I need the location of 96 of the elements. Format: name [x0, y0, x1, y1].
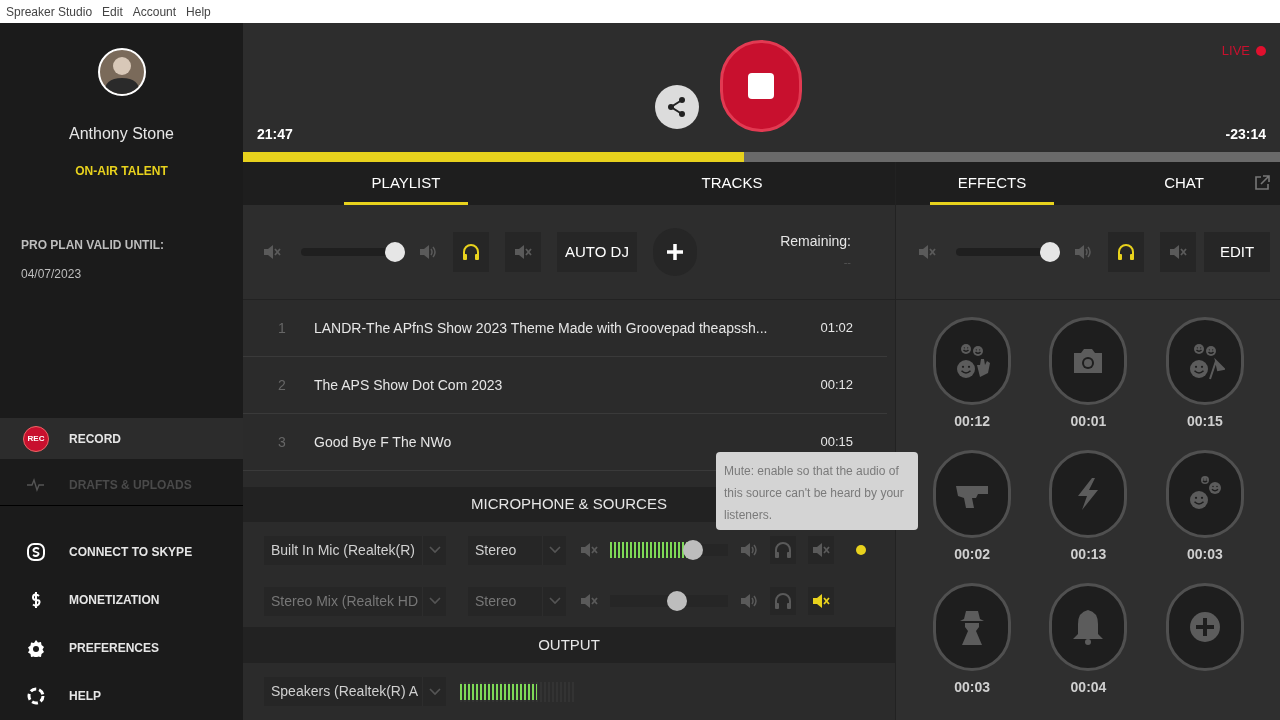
nav-item[interactable]: MONETIZATION [0, 576, 243, 624]
playlist-row[interactable]: 1 LANDR-The APfnS Show 2023 Theme Made with Groovepad theapssh... 01:02 [243, 300, 887, 357]
menu-item[interactable]: Spreaker Studio [6, 2, 93, 21]
user-role: ON-AIR TALENT [74, 163, 169, 180]
elapsed-time: 21:47 [257, 125, 293, 144]
tooltip: Mute: enable so that the audio of this source can't be heard by your listeners. [716, 452, 918, 530]
headphones-button[interactable] [1108, 232, 1144, 272]
effect-duration: 00:12 [954, 412, 991, 431]
mute-icon [812, 593, 830, 609]
nav-label: RECORD [69, 430, 121, 448]
track-title: The APS Show Dot Com 2023 [314, 375, 504, 395]
chevron-icon [428, 687, 441, 696]
track-duration: 00:15 [820, 433, 853, 452]
tab[interactable]: EFFECTS [929, 162, 1055, 205]
external-link-icon [1254, 175, 1270, 191]
volume-slider[interactable] [610, 591, 728, 611]
headphones-icon [461, 243, 481, 261]
share-button[interactable] [655, 85, 699, 129]
remaining-time: -23:14 [1225, 125, 1266, 144]
track-number: 1 [278, 318, 287, 338]
slider-thumb[interactable] [667, 591, 688, 611]
device-dropdown[interactable]: Built In Mic (Realtek(R) [264, 535, 446, 565]
menu-item[interactable]: Edit [102, 2, 123, 21]
nav-label: HELP [69, 688, 101, 705]
headphones-icon [773, 592, 793, 610]
speaker-icon [1074, 244, 1092, 260]
plan-label: PRO PLAN VALID UNTIL: [21, 237, 166, 254]
nav-item[interactable]: PREFERENCES [0, 624, 243, 672]
effect-duration: 00:01 [1070, 412, 1107, 431]
volume-slider[interactable] [610, 540, 728, 560]
dropdown-value: Built In Mic (Realtek(R) [271, 540, 415, 560]
effect-duration: 00:03 [1186, 545, 1223, 564]
tab[interactable]: PLAYLIST [343, 162, 469, 205]
live-label: LIVE [1221, 42, 1250, 60]
stop-icon [747, 72, 775, 100]
mute-icon [580, 542, 598, 558]
menu-item[interactable]: Help [186, 2, 211, 21]
menu-item[interactable]: Account [132, 2, 177, 21]
headphones-icon [773, 541, 793, 559]
speaker-icon [740, 593, 758, 609]
user-name: Anthony Stone [68, 124, 175, 144]
track-number: 3 [278, 432, 287, 452]
chevron-icon [428, 597, 441, 605]
dropdown-value: Stereo Mix (Realtek HD [271, 591, 419, 611]
edit-button[interactable]: EDIT [1204, 232, 1271, 272]
mute-icon [918, 244, 936, 260]
mute-icon [812, 542, 830, 558]
plan-date: 04/07/2023 [21, 266, 83, 283]
nav-label: CONNECT TO SKYPE [69, 544, 193, 561]
device-dropdown[interactable]: Speakers (Realtek(R) A [264, 677, 446, 706]
nav-item[interactable]: HELP [0, 672, 243, 720]
effect-duration: 00:15 [1186, 412, 1223, 431]
channel-dropdown[interactable]: Stereo [468, 535, 566, 565]
chevron-icon [548, 546, 561, 554]
add-button[interactable] [652, 228, 697, 276]
dropdown-value: Speakers (Realtek(R) A [271, 682, 419, 701]
nav-label: PREFERENCES [69, 640, 160, 657]
track-number: 2 [278, 375, 287, 395]
nav-label: MONETIZATION [69, 592, 160, 609]
mute-button[interactable] [808, 587, 834, 615]
track-duration: 01:02 [820, 319, 853, 338]
speaker-icon [419, 244, 437, 260]
remaining-label: Remaining: [780, 232, 851, 251]
track-duration: 00:12 [820, 376, 853, 395]
dropdown-value: Stereo [475, 591, 517, 611]
track-title: LANDR-The APfnS Show 2023 Theme Made with Groovepad theapssh... [314, 318, 769, 338]
effect-duration: 00:02 [954, 545, 991, 564]
slider-thumb[interactable] [682, 540, 703, 560]
chevron-icon [428, 546, 441, 554]
mute-icon [514, 244, 532, 260]
effect-duration: 00:13 [1070, 545, 1107, 564]
nav-item[interactable]: REC RECORD [0, 418, 243, 459]
remaining-value: -- [843, 255, 851, 270]
slider-thumb[interactable] [1040, 242, 1061, 262]
nav-item[interactable]: CONNECT TO SKYPE [0, 528, 243, 576]
effect-duration: 00:03 [954, 678, 991, 697]
rec-badge: REC [23, 425, 49, 452]
effect-duration: 00:04 [1070, 678, 1107, 697]
headphones-button[interactable] [453, 232, 489, 272]
mute-icon [263, 244, 281, 260]
mute-icon [580, 593, 598, 609]
slider-thumb[interactable] [385, 242, 406, 262]
speaker-icon [740, 542, 758, 558]
auto-dj-button[interactable]: AUTO DJ [557, 232, 637, 272]
playlist-row[interactable]: 2 The APS Show Dot Com 2023 00:12 [243, 357, 887, 414]
popout-button[interactable] [1254, 175, 1270, 191]
track-title: Good Bye F The NWo [314, 432, 453, 452]
chevron-icon [548, 597, 561, 605]
headphones-icon [1116, 243, 1136, 261]
mute-icon [1169, 244, 1187, 260]
share-icon [666, 96, 688, 118]
plus-icon [665, 243, 684, 261]
tab[interactable]: CHAT [1136, 162, 1232, 205]
section-header: OUTPUT [243, 627, 895, 663]
dropdown-value: Stereo [475, 540, 517, 560]
tab[interactable]: TRACKS [673, 162, 791, 205]
